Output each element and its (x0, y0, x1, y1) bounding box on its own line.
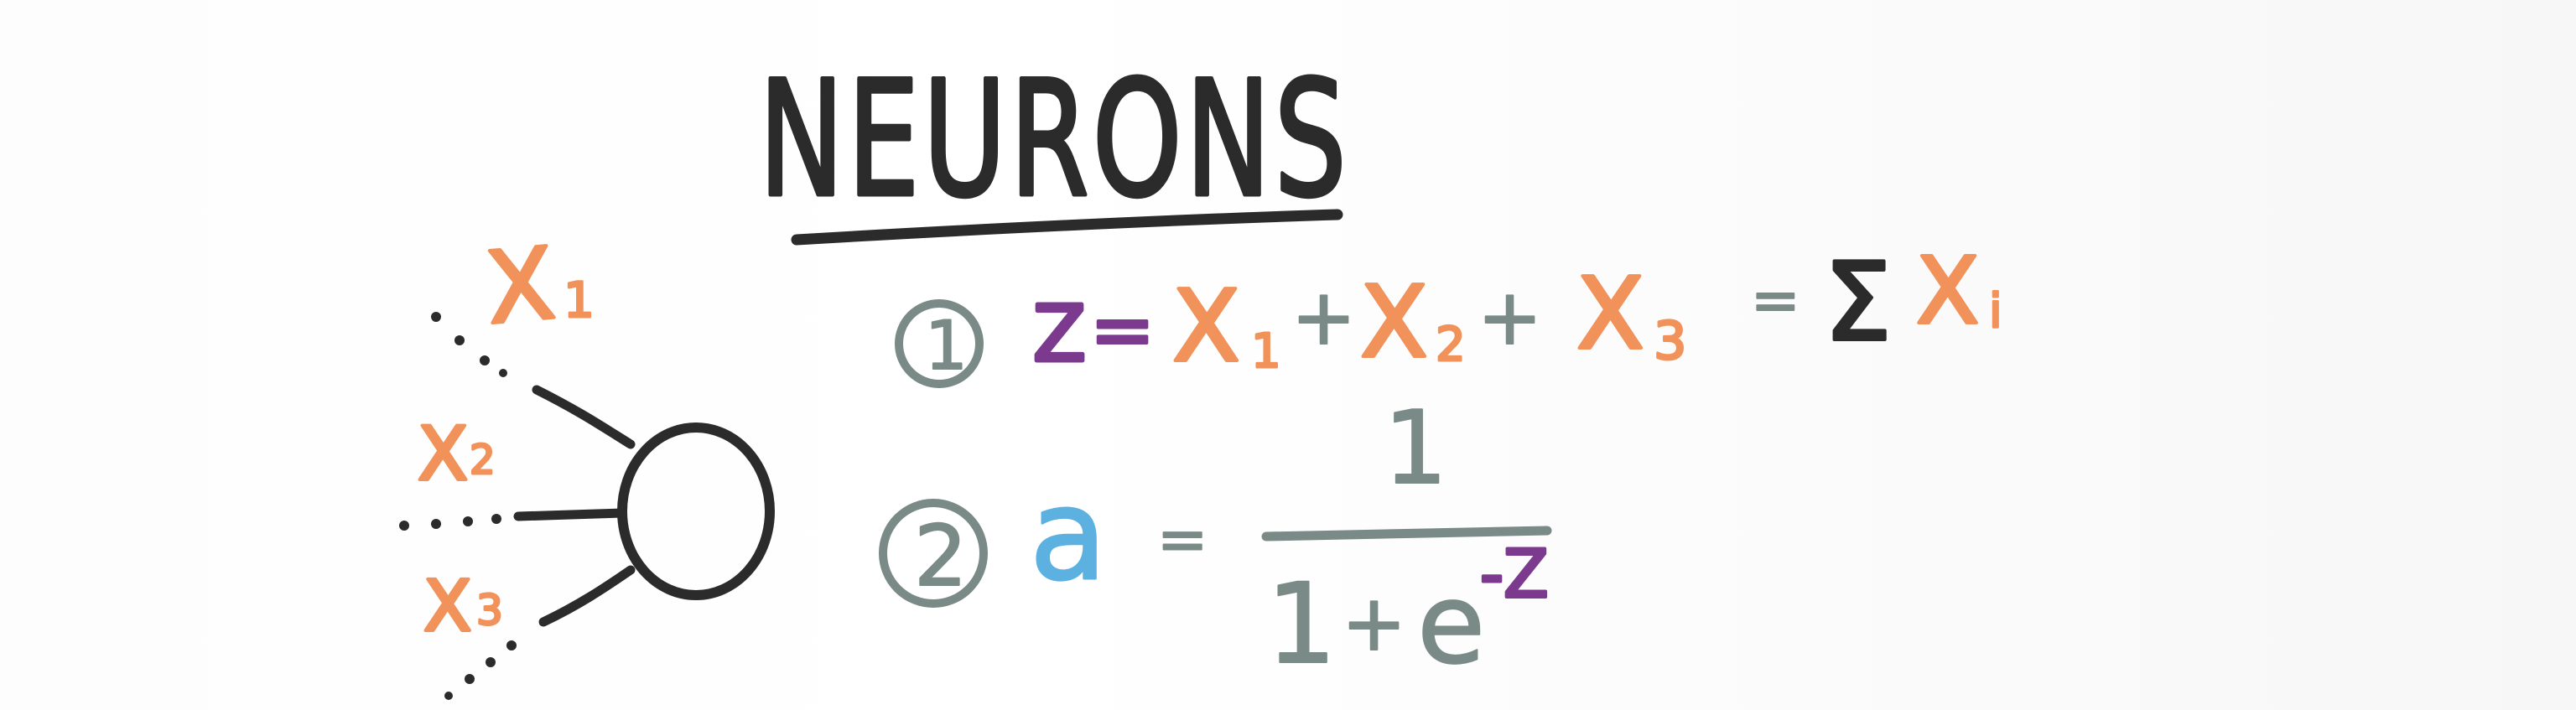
equation-1-plus-1: + (1291, 272, 1356, 362)
input-dots-3 (444, 640, 517, 700)
equation-1-term-x2: X 2 (1358, 262, 1467, 381)
svg-text:-Z: -Z (1480, 537, 1549, 613)
equation-2-number: 2 (914, 507, 968, 605)
whiteboard-drawing: NEURONS X 1 X 2 X 3 1 Z = X 1 + X 2 + X … (399, 45, 2003, 700)
equation-1-equals-2: = (1751, 266, 1800, 334)
page-title: NEURONS (759, 47, 1350, 232)
equation-1-lhs: Z (1033, 289, 1086, 379)
equation-1-sum-term: X i (1914, 236, 2003, 346)
equation-1-equals: = (1090, 285, 1155, 375)
svg-text:1: 1 (1266, 560, 1337, 689)
equation-2-equals: = (1157, 504, 1208, 574)
fraction-numerator: 1 (1384, 391, 1447, 507)
input-connection-1 (532, 385, 636, 449)
svg-text:i: i (1989, 284, 2002, 339)
svg-text:2: 2 (1436, 318, 1466, 372)
svg-text:X: X (423, 565, 472, 647)
svg-text:1: 1 (564, 272, 595, 329)
input-label-x3: X 3 (422, 563, 504, 649)
svg-text:2: 2 (470, 437, 496, 484)
svg-text:X: X (1576, 256, 1644, 371)
svg-text:X: X (1916, 237, 1979, 345)
sum-symbol: Σ (1824, 241, 1892, 365)
svg-text:e: e (1417, 560, 1485, 689)
neuron-body (617, 422, 775, 600)
equation-1-plus-2: + (1478, 272, 1542, 362)
svg-text:3: 3 (476, 586, 503, 635)
svg-text:X: X (1172, 268, 1240, 384)
equation-1-number: 1 (925, 307, 968, 385)
equation-1-term-x1: X 1 (1171, 267, 1282, 386)
input-connection-2 (513, 508, 627, 521)
whiteboard: NEURONS X 1 X 2 X 3 1 Z = X 1 + X 2 + X … (0, 0, 2576, 710)
svg-text:X: X (418, 411, 468, 497)
svg-text:1: 1 (1251, 324, 1281, 379)
input-connection-3 (538, 565, 636, 627)
fraction-bar (1261, 526, 1552, 542)
input-label-x2: X 2 (416, 409, 496, 499)
svg-text:X: X (1360, 264, 1428, 380)
svg-text:+: + (1342, 578, 1406, 668)
input-label-x1: X 1 (480, 224, 595, 349)
equation-2-lhs: a (1030, 463, 1107, 609)
svg-text:3: 3 (1654, 310, 1686, 371)
input-dots-2 (399, 514, 501, 531)
svg-text:X: X (481, 225, 559, 347)
fraction-denominator: 1 + e -Z (1265, 536, 1550, 690)
equation-1-term-x3: X 3 (1575, 254, 1688, 373)
